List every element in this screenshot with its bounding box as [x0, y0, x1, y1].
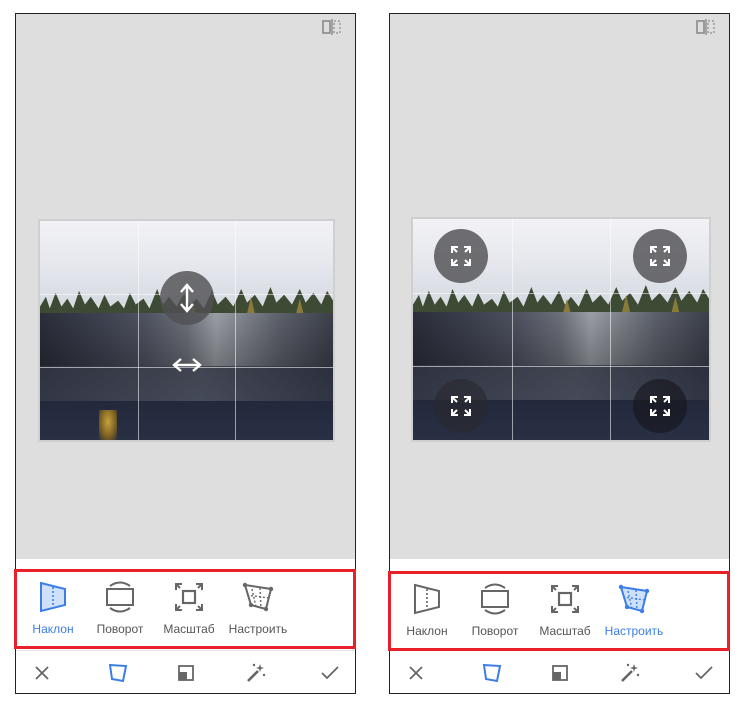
tool-label: Настроить — [228, 622, 288, 636]
close-icon — [35, 666, 49, 680]
expand-icon — [178, 665, 194, 681]
tilt-icon — [411, 582, 443, 616]
perspective-tools: Наклон Поворот Масштаб Настроить — [390, 572, 729, 648]
grid-line — [413, 292, 709, 294]
expand-icon — [552, 665, 568, 681]
tool-label: Наклон — [32, 622, 74, 636]
compare-button[interactable] — [695, 18, 717, 36]
auto-fix-icon — [621, 663, 640, 682]
corner-top-right-icon — [650, 246, 670, 266]
corner-handle-top-left[interactable] — [434, 229, 488, 283]
close-icon — [409, 666, 423, 680]
tool-adjust[interactable]: Настроить — [599, 582, 669, 644]
tool-label: Наклон — [406, 624, 448, 638]
scale-icon — [173, 580, 205, 614]
tool-label: Поворот — [471, 624, 519, 638]
tool-tilt[interactable]: Наклон — [392, 582, 462, 644]
corner-top-left-icon — [451, 246, 471, 266]
photo-preview[interactable] — [38, 219, 335, 442]
auto-fix-button[interactable] — [610, 651, 650, 693]
free-transform-icon — [242, 580, 274, 614]
grid-line — [413, 366, 709, 368]
cancel-button[interactable] — [22, 651, 62, 693]
tool-adjust[interactable]: Настроить — [223, 580, 293, 642]
tool-label: Масштаб — [539, 624, 591, 638]
corner-handle-bottom-right[interactable] — [633, 379, 687, 433]
expand-button[interactable] — [540, 651, 580, 693]
photo-preview[interactable] — [411, 217, 711, 442]
cancel-button[interactable] — [396, 651, 436, 693]
scale-icon — [549, 582, 581, 616]
corner-bottom-right-icon — [650, 396, 670, 416]
tool-label: Поворот — [96, 622, 144, 636]
horizontal-arrows-icon — [172, 358, 202, 372]
horizontal-tilt-handle[interactable] — [170, 355, 204, 375]
vertical-tilt-handle[interactable] — [160, 271, 214, 325]
screen-free-transform: Наклон Поворот Масштаб Настроить — [389, 13, 730, 694]
tool-scale[interactable]: Масштаб — [154, 580, 224, 642]
tool-tilt[interactable]: Наклон — [18, 580, 88, 642]
perspective-tools: Наклон Поворот Масштаб Настроить — [16, 572, 355, 648]
grid-line — [610, 219, 612, 440]
perspective-icon — [108, 663, 128, 683]
apply-check-icon — [695, 666, 713, 680]
compare-icon — [696, 19, 715, 35]
auto-fix-icon — [247, 663, 266, 682]
grid-line — [235, 221, 237, 440]
compare-icon — [322, 19, 341, 35]
expand-button[interactable] — [166, 651, 206, 693]
apply-check-icon — [321, 666, 339, 680]
rotate-icon — [479, 582, 511, 616]
grid-line — [137, 221, 139, 440]
corner-handle-bottom-left[interactable] — [434, 379, 488, 433]
tool-scale[interactable]: Масштаб — [530, 582, 600, 644]
apply-button[interactable] — [684, 651, 724, 693]
perspective-mode-button[interactable] — [472, 651, 512, 693]
grid-line — [511, 219, 513, 440]
tool-rotate[interactable]: Поворот — [85, 580, 155, 642]
tool-label: Настроить — [604, 624, 664, 638]
corner-handle-top-right[interactable] — [633, 229, 687, 283]
perspective-mode-button[interactable] — [98, 651, 138, 693]
tilt-icon — [37, 580, 69, 614]
rotate-icon — [104, 580, 136, 614]
corner-bottom-left-icon — [451, 396, 471, 416]
landscape-image — [40, 221, 333, 440]
editor-canvas — [390, 14, 729, 559]
auto-fix-button[interactable] — [236, 651, 276, 693]
compare-button[interactable] — [321, 18, 343, 36]
apply-button[interactable] — [310, 651, 350, 693]
bottom-action-bar — [390, 650, 729, 693]
tool-rotate[interactable]: Поворот — [460, 582, 530, 644]
tool-label: Масштаб — [163, 622, 215, 636]
editor-canvas — [16, 14, 355, 559]
bottom-action-bar — [16, 650, 355, 693]
perspective-icon — [482, 663, 502, 683]
vertical-arrows-icon — [180, 283, 194, 313]
free-transform-icon — [618, 582, 650, 616]
screen-tilt: Наклон Поворот Масштаб Настроить — [15, 13, 356, 694]
